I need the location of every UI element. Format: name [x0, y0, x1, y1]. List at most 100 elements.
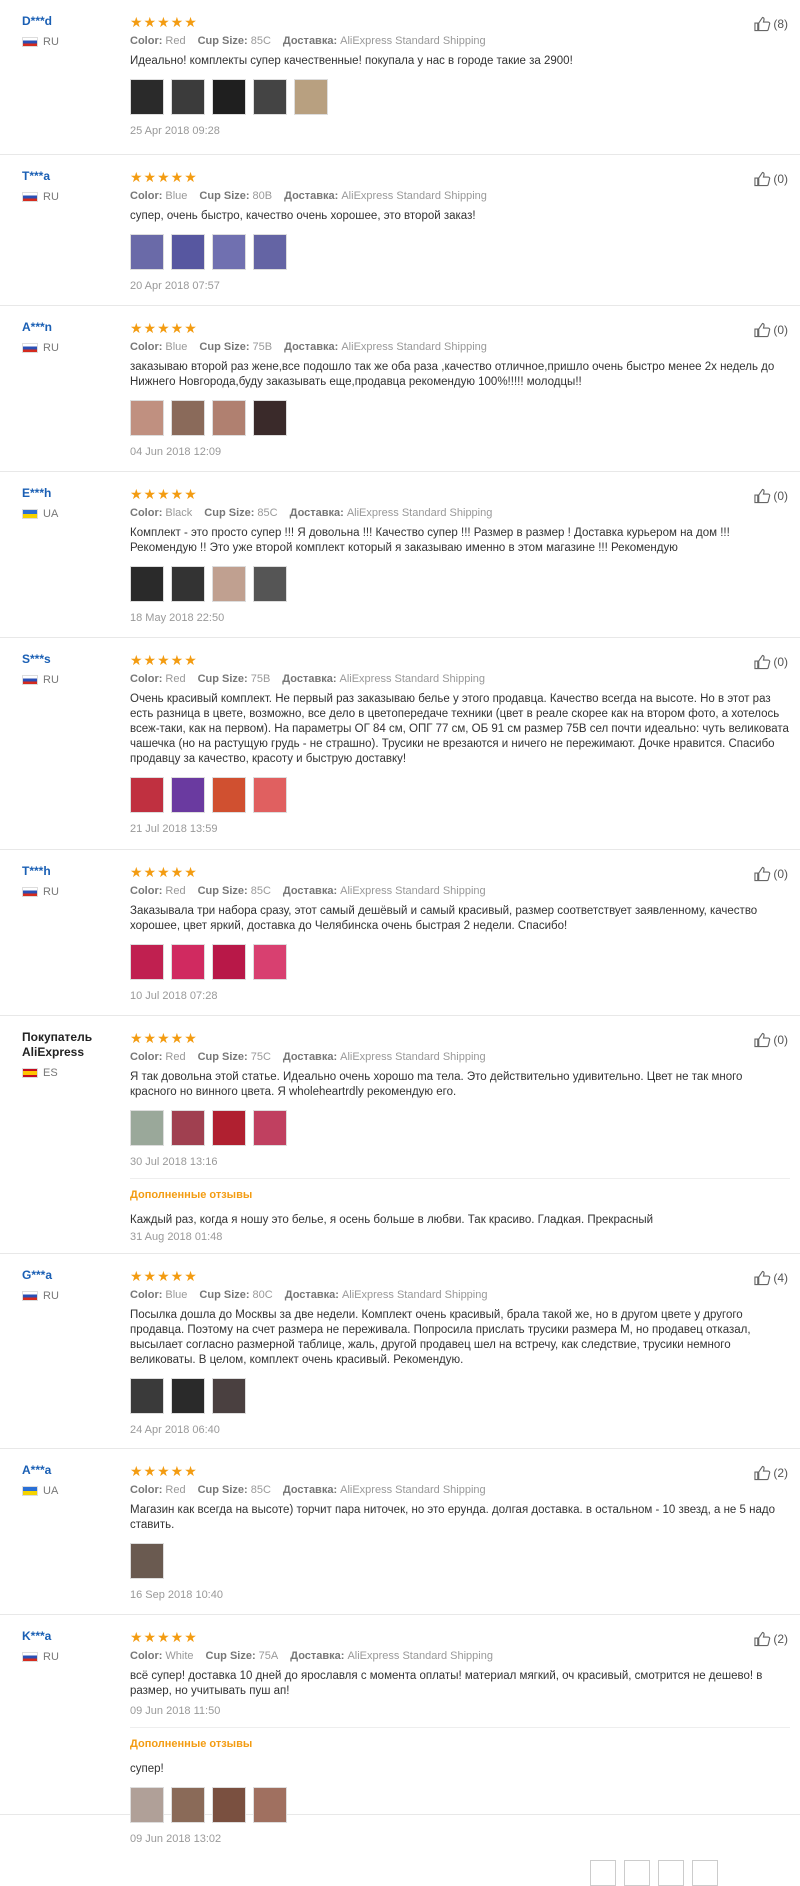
review-photo-thumbnail[interactable] — [130, 1787, 164, 1823]
thumbs-up-icon[interactable] — [754, 1631, 771, 1647]
review-text: Посылка дошла до Москвы за две недели. К… — [130, 1309, 751, 1366]
color-value: Red — [165, 1051, 186, 1063]
reviewer-name[interactable]: K***a — [22, 1629, 122, 1644]
delivery-value: AliExpress Standard Shipping — [341, 341, 487, 353]
helpful-vote[interactable]: (0) — [754, 866, 788, 882]
country-code: RU — [43, 1290, 59, 1302]
country-code: RU — [43, 674, 59, 686]
review-photo-thumbnail[interactable] — [171, 1378, 205, 1414]
review-photo-thumbnail[interactable] — [171, 944, 205, 980]
review-photo-thumbnail[interactable] — [130, 1543, 164, 1579]
reviewer-info: E***h UA — [22, 486, 122, 520]
additional-review-heading: Дополненные отзывы — [130, 1189, 253, 1201]
delivery-label: Доставка: — [290, 1650, 345, 1662]
review-photo-thumbnail[interactable] — [212, 400, 246, 436]
review-photo-thumbnail[interactable] — [253, 1787, 287, 1823]
review-photo-thumbnail[interactable] — [130, 566, 164, 602]
reviewer-name[interactable]: T***h — [22, 864, 122, 879]
helpful-vote[interactable]: (0) — [754, 1032, 788, 1048]
review-photo-thumbnail[interactable] — [212, 566, 246, 602]
review-photo-thumbnail[interactable] — [212, 79, 246, 115]
order-info: Color: Red Cup Size: 85C Доставка: AliExpress… — [130, 884, 790, 899]
reviewer-name[interactable]: A***n — [22, 320, 122, 335]
reviewer-country: UA — [22, 1485, 122, 1497]
pagination-prev-button[interactable] — [590, 1860, 616, 1886]
review-photo-thumbnail[interactable] — [212, 1110, 246, 1146]
review-photo-thumbnail[interactable] — [130, 777, 164, 813]
thumbs-up-icon[interactable] — [754, 322, 771, 338]
star-rating: ★★★★★ — [130, 486, 198, 502]
review-photo-thumbnail[interactable] — [294, 79, 328, 115]
helpful-vote[interactable]: (2) — [754, 1465, 788, 1481]
country-code: RU — [43, 342, 59, 354]
reviewer-info: S***s RU — [22, 652, 122, 686]
helpful-vote[interactable]: (2) — [754, 1631, 788, 1647]
review-photo-thumbnail[interactable] — [253, 944, 287, 980]
country-flag-icon — [22, 887, 38, 897]
review-photo-thumbnail[interactable] — [130, 1110, 164, 1146]
helpful-vote[interactable]: (8) — [754, 16, 788, 32]
reviewer-name[interactable]: S***s — [22, 652, 122, 667]
helpful-vote[interactable]: (0) — [754, 654, 788, 670]
helpful-vote[interactable]: (0) — [754, 171, 788, 187]
review-photo-thumbnail[interactable] — [212, 1787, 246, 1823]
review-photo-thumbnail[interactable] — [171, 777, 205, 813]
thumbs-up-icon[interactable] — [754, 16, 771, 32]
review-photo-thumbnail[interactable] — [130, 79, 164, 115]
reviewer-country: RU — [22, 886, 122, 898]
review-photo-thumbnail[interactable] — [171, 1787, 205, 1823]
review-photo-thumbnail[interactable] — [171, 566, 205, 602]
delivery-value: AliExpress Standard Shipping — [339, 673, 486, 685]
additional-review-date: 31 Aug 2018 01:48 — [130, 1231, 223, 1243]
pagination-next-button[interactable] — [692, 1860, 718, 1886]
review-body: ★★★★★ Color: Blue Cup Size: 75B Доставка: AliE… — [130, 320, 790, 458]
thumbs-up-icon[interactable] — [754, 1032, 771, 1048]
review-photo-thumbnail[interactable] — [171, 79, 205, 115]
review-photo-thumbnail[interactable] — [212, 1378, 246, 1414]
thumbs-up-icon[interactable] — [754, 1270, 771, 1286]
helpful-vote[interactable]: (0) — [754, 322, 788, 338]
reviewer-name[interactable]: D***d — [22, 14, 122, 29]
color-value: Red — [165, 673, 186, 685]
country-flag-icon — [22, 1652, 38, 1662]
country-flag-icon — [22, 1486, 38, 1496]
thumbs-up-icon[interactable] — [754, 171, 771, 187]
review-photo-thumbnail[interactable] — [130, 944, 164, 980]
reviewer-name[interactable]: A***a — [22, 1463, 122, 1478]
helpful-vote[interactable]: (4) — [754, 1270, 788, 1286]
review-photo-thumbnail[interactable] — [171, 1110, 205, 1146]
pagination-page-button[interactable] — [658, 1860, 684, 1886]
thumbs-up-icon[interactable] — [754, 866, 771, 882]
review-photo-thumbnail[interactable] — [130, 234, 164, 270]
color-label: Color: — [130, 341, 163, 353]
country-flag-icon — [22, 509, 38, 519]
reviewer-name[interactable]: Покупатель AliExpress — [22, 1030, 122, 1060]
review-photo-thumbnail[interactable] — [253, 234, 287, 270]
thumbs-up-icon[interactable] — [754, 488, 771, 504]
thumbs-up-icon[interactable] — [754, 1465, 771, 1481]
reviewer-name[interactable]: T***a — [22, 169, 122, 184]
star-rating: ★★★★★ — [130, 1030, 198, 1046]
review-item: K***a RU ★★★★★ Color: White Cup Size: 75A Доста… — [0, 1615, 800, 1845]
review-photo-thumbnail[interactable] — [171, 234, 205, 270]
reviewer-name[interactable]: E***h — [22, 486, 122, 501]
review-photo-thumbnail[interactable] — [253, 777, 287, 813]
review-photo-thumbnail[interactable] — [212, 777, 246, 813]
review-photo-thumbnail[interactable] — [130, 1378, 164, 1414]
thumbs-up-icon[interactable] — [754, 654, 771, 670]
review-photo-thumbnail[interactable] — [253, 1110, 287, 1146]
helpful-vote[interactable]: (0) — [754, 488, 788, 504]
review-photo-thumbnail[interactable] — [130, 400, 164, 436]
review-photos — [130, 234, 790, 270]
country-flag-icon — [22, 192, 38, 202]
review-photo-thumbnail[interactable] — [253, 79, 287, 115]
review-photo-thumbnail[interactable] — [253, 400, 287, 436]
reviewer-name[interactable]: G***a — [22, 1268, 122, 1283]
review-photo-thumbnail[interactable] — [212, 234, 246, 270]
cup-size-value: 85C — [257, 507, 278, 519]
review-photo-thumbnail[interactable] — [212, 944, 246, 980]
review-photo-thumbnail[interactable] — [253, 566, 287, 602]
pagination-page-button[interactable] — [624, 1860, 650, 1886]
color-value: Black — [165, 507, 193, 519]
review-photo-thumbnail[interactable] — [171, 400, 205, 436]
